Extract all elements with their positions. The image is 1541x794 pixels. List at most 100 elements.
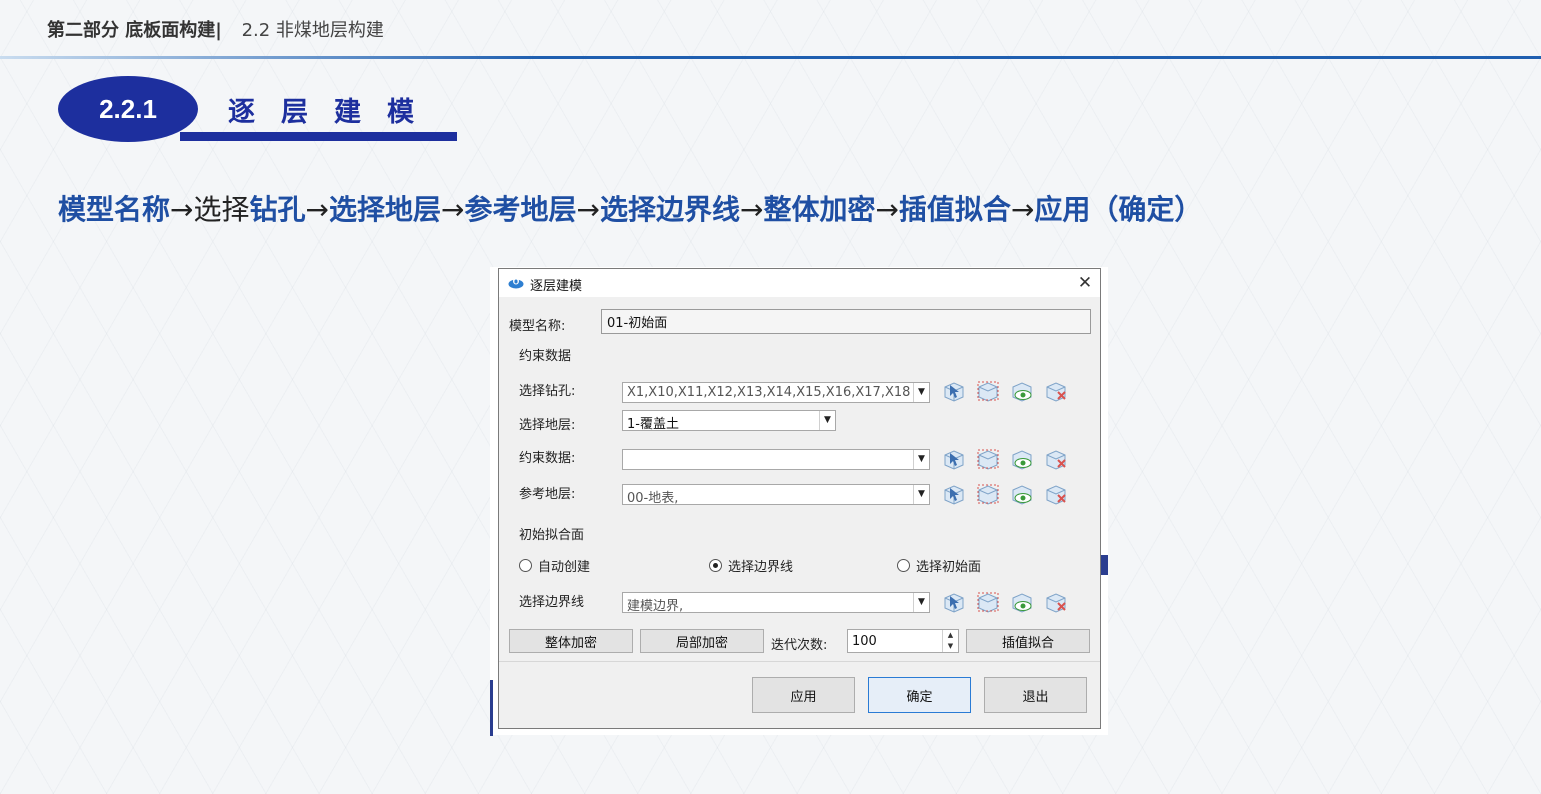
layer-modeling-dialog: 逐层建模 ✕ 模型名称: 01-初始面 约束数据 选择钻孔: X1,X10,X1… xyxy=(498,268,1101,729)
stepper-down-icon[interactable]: ▼ xyxy=(943,641,958,652)
radio-select-boundary-label: 选择边界线 xyxy=(728,560,794,575)
stratum-select[interactable]: 1-覆盖土 ▼ xyxy=(622,410,836,431)
constraint-select[interactable]: ▼ xyxy=(622,449,930,470)
select-box-icon xyxy=(977,592,999,613)
boundary-pick-button[interactable] xyxy=(941,591,967,613)
radio-auto-create-label: 自动创建 xyxy=(538,560,591,575)
boundary-select-value: 建模边界, xyxy=(627,599,684,613)
flow-step-reference-stratum: 参考地层 xyxy=(464,193,577,226)
iteration-label: 迭代次数: xyxy=(771,638,828,653)
radio-indicator[interactable] xyxy=(519,559,532,572)
app-logo-icon xyxy=(508,277,524,289)
chevron-down-icon[interactable]: ▼ xyxy=(819,411,835,430)
local-densify-button[interactable]: 局部加密 xyxy=(640,629,764,653)
dialog-title: 逐层建模 xyxy=(530,279,583,294)
dialog-titlebar: 逐层建模 ✕ xyxy=(499,269,1100,297)
radio-indicator[interactable] xyxy=(897,559,910,572)
view-eye-icon xyxy=(1012,382,1032,402)
select-pick-icon xyxy=(944,382,964,402)
exit-button[interactable]: 退出 xyxy=(984,677,1087,713)
slide-header: 第二部分 底板面构建| 2.2 非煤地层构建 xyxy=(0,0,1541,59)
window-edge-tab xyxy=(1101,555,1108,575)
radio-select-initial[interactable]: 选择初始面 xyxy=(897,556,981,575)
radio-indicator-selected[interactable] xyxy=(709,559,722,572)
reference-clear-button[interactable] xyxy=(1043,483,1069,505)
chevron-down-icon[interactable]: ▼ xyxy=(913,485,929,504)
initial-surface-group-label: 初始拟合面 xyxy=(519,528,585,543)
flow-step-select: 选择 xyxy=(193,193,250,226)
select-pick-icon xyxy=(944,450,964,470)
flow-step-boundary: 选择边界线 xyxy=(599,193,740,226)
model-name-label: 模型名称: xyxy=(509,319,566,334)
iteration-value: 100 xyxy=(852,634,877,649)
section-title-underline xyxy=(180,132,457,141)
clear-delete-icon xyxy=(1046,485,1066,505)
window-edge-bar xyxy=(490,680,493,736)
flow-arrow: → xyxy=(305,193,329,226)
flow-step-borehole: 钻孔 xyxy=(249,193,306,226)
view-eye-icon xyxy=(1012,593,1032,613)
interpolate-fit-button[interactable]: 插值拟合 xyxy=(966,629,1090,653)
constraint-pick-button[interactable] xyxy=(941,448,967,470)
apply-button[interactable]: 应用 xyxy=(752,677,855,713)
iteration-stepper[interactable]: 100 ▲ ▼ xyxy=(847,629,959,653)
breadcrumb-part: 第二部分 底板面构建| xyxy=(47,20,222,41)
header-divider xyxy=(0,56,1541,59)
section-number-badge: 2.2.1 xyxy=(58,76,198,142)
flow-arrow: → xyxy=(1010,193,1035,226)
section-title: 逐层建模 xyxy=(228,97,440,128)
stepper-arrows[interactable]: ▲ ▼ xyxy=(942,630,958,652)
constraint-label: 约束数据: xyxy=(519,451,576,466)
select-pick-icon xyxy=(944,485,964,505)
chevron-down-icon[interactable]: ▼ xyxy=(913,593,929,612)
constraint-clear-button[interactable] xyxy=(1043,448,1069,470)
clear-delete-icon xyxy=(1046,593,1066,613)
select-pick-icon xyxy=(944,593,964,613)
view-eye-icon xyxy=(1012,450,1032,470)
ok-button[interactable]: 确定 xyxy=(868,677,971,713)
borehole-view-button[interactable] xyxy=(1009,380,1035,402)
stratum-select-value: 1-覆盖土 xyxy=(627,417,679,431)
boundary-select[interactable]: 建模边界, ▼ xyxy=(622,592,930,613)
flow-step-interpolate: 插值拟合 xyxy=(898,193,1011,226)
stepper-up-icon[interactable]: ▲ xyxy=(943,630,958,641)
chevron-down-icon[interactable]: ▼ xyxy=(913,450,929,469)
radio-auto-create[interactable]: 自动创建 xyxy=(519,556,590,575)
radio-select-initial-label: 选择初始面 xyxy=(916,560,982,575)
clear-delete-icon xyxy=(1046,382,1066,402)
select-box-icon xyxy=(977,484,999,505)
flow-arrow: → xyxy=(576,193,600,226)
reference-view-button[interactable] xyxy=(1009,483,1035,505)
constraint-box-button[interactable] xyxy=(975,448,1001,470)
reference-select[interactable]: 00-地表, ▼ xyxy=(622,484,930,505)
borehole-select[interactable]: X1,X10,X11,X12,X13,X14,X15,X16,X17,X18 ▼ xyxy=(622,382,930,403)
constraint-view-button[interactable] xyxy=(1009,448,1035,470)
borehole-pick-button[interactable] xyxy=(941,380,967,402)
model-name-field[interactable]: 01-初始面 xyxy=(601,309,1091,334)
flow-arrow: → xyxy=(875,193,899,226)
global-densify-button[interactable]: 整体加密 xyxy=(509,629,633,653)
flow-arrow: → xyxy=(441,193,465,226)
boundary-label: 选择边界线 xyxy=(519,595,585,610)
stratum-label: 选择地层: xyxy=(519,418,576,433)
select-box-icon xyxy=(977,381,999,402)
close-icon[interactable]: ✕ xyxy=(1075,273,1095,293)
boundary-clear-button[interactable] xyxy=(1043,591,1069,613)
boundary-box-button[interactable] xyxy=(975,591,1001,613)
reference-select-value: 00-地表, xyxy=(627,491,679,505)
reference-pick-button[interactable] xyxy=(941,483,967,505)
breadcrumb: 第二部分 底板面构建| 2.2 非煤地层构建 xyxy=(47,16,384,42)
borehole-box-button[interactable] xyxy=(975,380,1001,402)
borehole-clear-button[interactable] xyxy=(1043,380,1069,402)
flow-step-densify: 整体加密 xyxy=(763,193,876,226)
reference-box-button[interactable] xyxy=(975,483,1001,505)
flow-step-model-name: 模型名称 xyxy=(58,193,171,226)
chevron-down-icon[interactable]: ▼ xyxy=(913,383,929,402)
view-eye-icon xyxy=(1012,485,1032,505)
boundary-view-button[interactable] xyxy=(1009,591,1035,613)
workflow-steps: 模型名称→选择钻孔→选择地层→参考地层→选择边界线→整体加密→插值拟合→应用（确… xyxy=(58,188,1202,228)
radio-select-boundary[interactable]: 选择边界线 xyxy=(709,556,793,575)
select-box-icon xyxy=(977,449,999,470)
clear-delete-icon xyxy=(1046,450,1066,470)
borehole-label: 选择钻孔: xyxy=(519,384,576,399)
